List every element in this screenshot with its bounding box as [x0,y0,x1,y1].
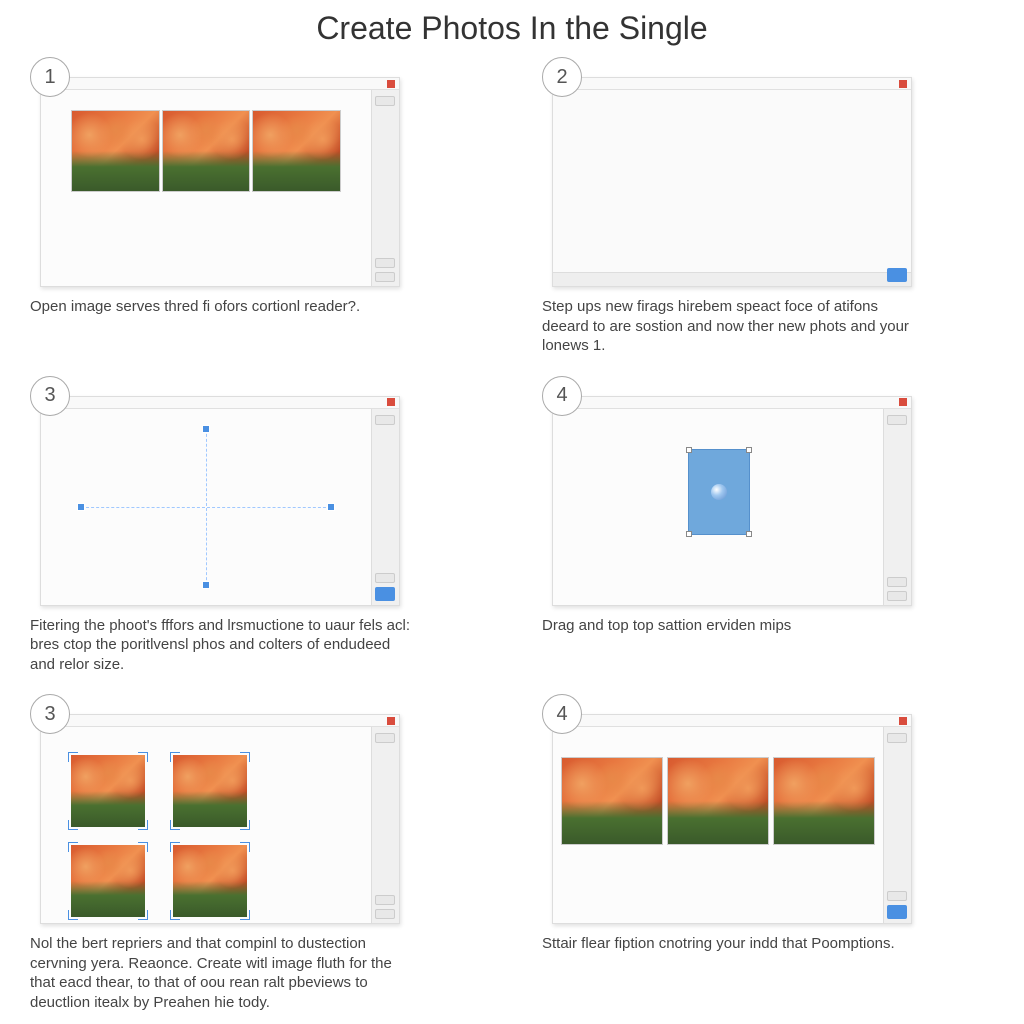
bottom-bar [553,272,911,286]
panel-button[interactable] [375,895,395,905]
app-window [40,714,400,924]
photo-thumbnail[interactable] [252,110,341,192]
photo-thumbnail[interactable] [71,755,145,827]
photo-thumbnail[interactable] [773,757,875,845]
step-caption: Step ups new firags hirebem speact foce … [542,297,922,356]
titlebar [41,715,399,727]
step-1: 1 Open image serves thred fi ofors corti… [30,57,482,356]
step-caption: Sttair flear fiption cnotring your indd … [542,934,922,954]
resize-handle[interactable] [746,531,752,537]
photo-thumbnail[interactable] [667,757,769,845]
resize-handle[interactable] [327,503,335,511]
resize-handle[interactable] [686,531,692,537]
photo-thumbnail[interactable] [173,755,247,827]
close-icon[interactable] [387,398,395,406]
step-caption: Nol the bert repriers and that compinl t… [30,934,410,1012]
app-window [40,77,400,287]
canvas-area[interactable] [41,90,371,286]
step-badge: 4 [542,376,582,416]
side-panel [883,727,911,923]
canvas-area[interactable] [41,409,371,605]
step-badge: 1 [30,57,70,97]
app-window [552,714,912,924]
panel-button[interactable] [887,577,907,587]
action-button[interactable] [887,905,907,919]
action-button[interactable] [887,268,907,282]
step-6: 4 Sttair flear fiption cnotring your ind… [542,694,994,1012]
close-icon[interactable] [387,80,395,88]
action-button[interactable] [375,587,395,601]
resize-handle[interactable] [746,447,752,453]
panel-button[interactable] [887,891,907,901]
step-badge: 3 [30,694,70,734]
panel-button[interactable] [375,909,395,919]
crop-guides[interactable] [81,429,331,585]
photo-thumbnail[interactable] [71,110,160,192]
step-badge: 2 [542,57,582,97]
close-icon[interactable] [899,398,907,406]
panel-button[interactable] [887,591,907,601]
step-caption: Drag and top top sattion erviden mips [542,616,922,636]
resize-handle[interactable] [202,425,210,433]
titlebar [553,397,911,409]
canvas-area[interactable] [553,409,883,605]
app-window [552,77,912,287]
titlebar [41,397,399,409]
titlebar [553,78,911,90]
panel-button[interactable] [375,733,395,743]
side-panel [371,727,399,923]
page-title: Create Photos In the Single [30,10,994,47]
canvas-area[interactable] [553,90,911,272]
panel-button[interactable] [375,258,395,268]
step-badge: 3 [30,376,70,416]
step-badge: 4 [542,694,582,734]
panel-button[interactable] [887,733,907,743]
photo-thumbnail[interactable] [561,757,663,845]
resize-handle[interactable] [686,447,692,453]
close-icon[interactable] [387,717,395,725]
globe-icon [711,484,727,500]
step-2: 2 Step ups new firags hirebem speact foc… [542,57,994,356]
side-panel [883,409,911,605]
step-4: 4 Drag and top top sattion [542,376,994,675]
step-5: 3 Nol the bert repriers and that comp [30,694,482,1012]
step-3: 3 Fitering the phoot's fff [30,376,482,675]
resize-handle[interactable] [202,581,210,589]
canvas-area[interactable] [41,727,371,923]
titlebar [41,78,399,90]
photo-thumbnail[interactable] [71,845,145,917]
photo-thumbnail[interactable] [173,845,247,917]
panel-button[interactable] [375,573,395,583]
app-window [552,396,912,606]
app-window [40,396,400,606]
titlebar [553,715,911,727]
panel-button[interactable] [887,415,907,425]
close-icon[interactable] [899,717,907,725]
steps-grid: 1 Open image serves thred fi ofors corti… [30,57,994,1012]
panel-button[interactable] [375,96,395,106]
step-caption: Open image serves thred fi ofors cortion… [30,297,410,317]
selected-object[interactable] [688,449,750,535]
panel-button[interactable] [375,415,395,425]
photo-thumbnail[interactable] [162,110,251,192]
close-icon[interactable] [899,80,907,88]
side-panel [371,409,399,605]
panel-button[interactable] [375,272,395,282]
side-panel [371,90,399,286]
step-caption: Fitering the phoot's fffors and lrsmucti… [30,616,410,675]
canvas-area[interactable] [553,727,883,923]
resize-handle[interactable] [77,503,85,511]
